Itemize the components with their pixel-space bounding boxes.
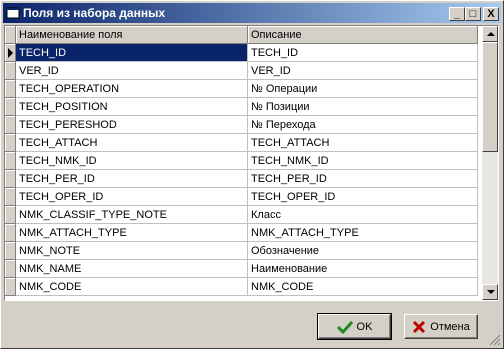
cell-description[interactable]: NMK_CODE	[247, 277, 478, 296]
ok-button[interactable]: OK	[317, 313, 392, 340]
cell-field-name[interactable]: NMK_NAME	[15, 259, 248, 278]
scroll-up-button[interactable]	[482, 26, 498, 42]
row-indicator[interactable]	[5, 241, 16, 260]
cell-description[interactable]: TECH_ATTACH	[247, 133, 478, 152]
cell-field-name[interactable]: NMK_NOTE	[15, 241, 248, 260]
arrow-up-icon	[487, 32, 495, 36]
x-icon	[413, 320, 426, 333]
header-indicator-cell	[5, 26, 16, 44]
checkmark-icon	[336, 320, 353, 334]
cell-description[interactable]: TECH_NMK_ID	[247, 151, 478, 170]
current-row-arrow-icon	[8, 47, 13, 58]
cell-field-name[interactable]: TECH_POSITION	[15, 97, 248, 116]
column-header-field-name[interactable]: Наименование поля	[15, 26, 248, 44]
scroll-thumb[interactable]	[482, 42, 498, 152]
cell-description[interactable]: № Операции	[247, 79, 478, 98]
cell-field-name[interactable]: VER_ID	[15, 61, 248, 80]
cancel-button-label: Отмена	[430, 320, 470, 333]
cell-field-name[interactable]: TECH_ATTACH	[15, 133, 248, 152]
cell-field-name[interactable]: TECH_PER_ID	[15, 169, 248, 188]
maximize-button[interactable]: □	[465, 7, 481, 21]
cell-field-name[interactable]: TECH_OPER_ID	[15, 187, 248, 206]
table-row[interactable]: TECH_PER_ID TECH_PER_ID	[5, 169, 478, 188]
row-indicator[interactable]	[5, 133, 16, 152]
table-row[interactable]: TECH_POSITION № Позиции	[5, 97, 478, 116]
fields-grid[interactable]: Наименование поля Описание TECH_ID TECH_I…	[4, 25, 499, 301]
row-indicator[interactable]	[5, 61, 16, 80]
row-indicator[interactable]	[5, 79, 16, 98]
row-indicator[interactable]	[5, 115, 16, 134]
cancel-button[interactable]: Отмена	[404, 314, 478, 339]
row-indicator[interactable]	[5, 169, 16, 188]
resize-grip-icon[interactable]	[489, 334, 501, 346]
cell-description[interactable]: VER_ID	[247, 61, 478, 80]
table-row[interactable]: NMK_NOTE Обозначение	[5, 241, 478, 260]
table-row[interactable]: TECH_ID TECH_ID	[5, 43, 478, 62]
table-row[interactable]: TECH_OPER_ID TECH_OPER_ID	[5, 187, 478, 206]
fields-table: Наименование поля Описание TECH_ID TECH_I…	[5, 26, 478, 296]
cell-description[interactable]: TECH_ID	[247, 43, 478, 62]
cell-field-name[interactable]: NMK_CLASSIF_TYPE_NOTE	[15, 205, 248, 224]
vertical-scrollbar[interactable]	[482, 26, 498, 300]
ok-button-label: OK	[356, 320, 373, 333]
row-indicator[interactable]	[5, 223, 16, 242]
cell-field-name[interactable]: TECH_OPERATION	[15, 79, 248, 98]
title-bar[interactable]: Поля из набора данных _ □ X	[3, 3, 501, 23]
dialog-window: Поля из набора данных _ □ X Наименование…	[0, 0, 504, 349]
cell-field-name[interactable]: TECH_PERESHOD	[15, 115, 248, 134]
cell-description[interactable]: TECH_OPER_ID	[247, 187, 478, 206]
cell-description[interactable]: Класс	[247, 205, 478, 224]
table-row[interactable]: NMK_ATTACH_TYPE NMK_ATTACH_TYPE	[5, 223, 478, 242]
cell-field-name[interactable]: NMK_CODE	[15, 277, 248, 296]
window-title: Поля из набора данных	[23, 6, 166, 20]
window-icon	[6, 7, 20, 19]
row-indicator[interactable]	[5, 43, 16, 62]
cell-description[interactable]: NMK_ATTACH_TYPE	[247, 223, 478, 242]
row-indicator[interactable]	[5, 277, 16, 296]
row-indicator[interactable]	[5, 97, 16, 116]
cell-description[interactable]: Наименование	[247, 259, 478, 278]
cell-description[interactable]: № Перехода	[247, 115, 478, 134]
table-row[interactable]: NMK_CODE NMK_CODE	[5, 277, 478, 296]
row-indicator[interactable]	[5, 205, 16, 224]
table-row[interactable]: VER_ID VER_ID	[5, 61, 478, 80]
row-indicator[interactable]	[5, 259, 16, 278]
grid-header-row: Наименование поля Описание	[5, 26, 478, 44]
scroll-down-button[interactable]	[482, 284, 498, 300]
table-row[interactable]: TECH_OPERATION № Операции	[5, 79, 478, 98]
cell-description[interactable]: TECH_PER_ID	[247, 169, 478, 188]
row-indicator[interactable]	[5, 151, 16, 170]
cell-field-name[interactable]: TECH_NMK_ID	[15, 151, 248, 170]
minimize-button[interactable]: _	[449, 7, 465, 21]
table-row[interactable]: NMK_CLASSIF_TYPE_NOTE Класс	[5, 205, 478, 224]
arrow-down-icon	[487, 290, 495, 294]
row-indicator[interactable]	[5, 187, 16, 206]
cell-description[interactable]: Обозначение	[247, 241, 478, 260]
table-row[interactable]: NMK_NAME Наименование	[5, 259, 478, 278]
column-header-description[interactable]: Описание	[247, 26, 478, 44]
table-row[interactable]: TECH_NMK_ID TECH_NMK_ID	[5, 151, 478, 170]
cell-description[interactable]: № Позиции	[247, 97, 478, 116]
cell-field-name[interactable]: TECH_ID	[15, 43, 248, 62]
close-button[interactable]: X	[483, 7, 499, 21]
table-row[interactable]: TECH_ATTACH TECH_ATTACH	[5, 133, 478, 152]
cell-field-name[interactable]: NMK_ATTACH_TYPE	[15, 223, 248, 242]
table-row[interactable]: TECH_PERESHOD № Перехода	[5, 115, 478, 134]
